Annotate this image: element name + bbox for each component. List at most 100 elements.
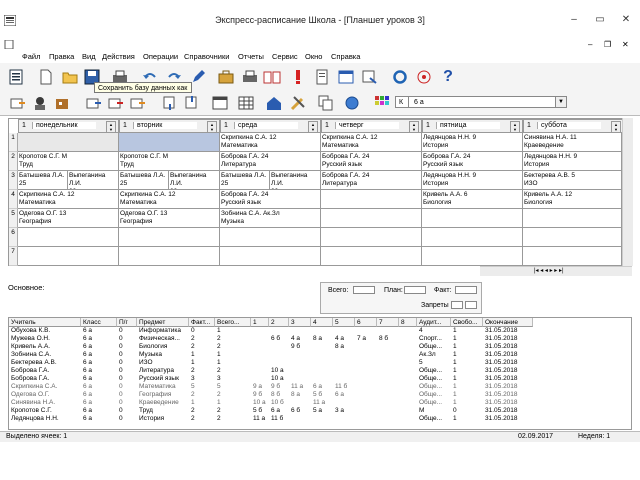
globe-icon[interactable]: [342, 93, 362, 113]
column-header[interactable]: 6: [355, 318, 377, 327]
menu-file[interactable]: Файл: [22, 50, 40, 63]
atom-icon[interactable]: [414, 67, 434, 87]
delete-lesson-icon[interactable]: [106, 93, 126, 113]
document-list-icon[interactable]: [312, 67, 332, 87]
close-button[interactable]: ✕: [612, 14, 640, 26]
mdi-close-button[interactable]: ✕: [622, 40, 629, 49]
column-header[interactable]: 2: [269, 318, 289, 327]
schedule-cell[interactable]: [321, 247, 422, 266]
schedule-cell[interactable]: Одегова О.Г. 13 География: [119, 209, 220, 228]
colorgrid-icon[interactable]: [372, 93, 392, 113]
open-folder-icon[interactable]: [60, 67, 80, 87]
class-selector[interactable]: К 6 а ▼: [395, 96, 567, 108]
schedule-cell-half[interactable]: Выпеганина Л.И.23: [169, 171, 220, 190]
schedule-cell[interactable]: Скрипкина С.А. 12 Математика: [18, 190, 119, 209]
menu-references[interactable]: Справочники: [184, 50, 229, 63]
day-header[interactable]: 1 суббота ▲ ▼: [523, 119, 624, 133]
schedule-cell[interactable]: Ледянцова Н.Н. 9 История: [523, 152, 624, 171]
column-header[interactable]: Окончание: [483, 318, 533, 327]
table-row[interactable]: Синявина Н.А. 6 а 0 Краеведение 1 1 10 а 10 б 11…: [9, 399, 533, 407]
table-row[interactable]: Бектерева А.В. 6 а 0 ИЗО 1 1 5 1 31.05.2018: [9, 359, 533, 367]
copy-up-icon[interactable]: [182, 93, 202, 113]
grid-icon[interactable]: [236, 93, 256, 113]
schedule-cell[interactable]: Зобнина С.А. Ак.Зл Музыка: [220, 209, 321, 228]
schedule-cell[interactable]: Боброва Г.А. 24 Русский язык: [422, 152, 523, 171]
day-header[interactable]: 1 среда ▲ ▼: [220, 119, 321, 133]
column-header[interactable]: 7: [377, 318, 399, 327]
add-lesson-icon[interactable]: [84, 93, 104, 113]
table-row[interactable]: Мужева О.Н. 6 а 0 Физическая... 2 2 6 б 4 а 8 а 4…: [9, 335, 533, 343]
window-icon[interactable]: [336, 67, 356, 87]
table-row[interactable]: Кривель А.А. 6 а 0 Биология 2 2 9 б 8 а Обще... 1…: [9, 343, 533, 351]
column-header[interactable]: Всего...: [215, 318, 251, 327]
menu-edit[interactable]: Правка: [49, 50, 74, 63]
calendar-icon[interactable]: [210, 93, 230, 113]
column-header[interactable]: П/г: [117, 318, 137, 327]
schedule-cell[interactable]: [220, 247, 321, 266]
schedule-cell[interactable]: [523, 247, 624, 266]
schedule-cell[interactable]: Боброва Г.А. 24 Литература: [321, 171, 422, 190]
copy-icon[interactable]: [316, 93, 336, 113]
schedule-cell[interactable]: [18, 133, 119, 152]
grid-horizontal-scrollbar[interactable]: |◂ ◂ ◂ ▸ ▸ ▸|: [480, 266, 632, 276]
column-header[interactable]: Факт...: [189, 318, 215, 327]
schedule-cell[interactable]: Скрипкина С.А. 12 Математика: [321, 133, 422, 152]
move-lesson-icon[interactable]: [128, 93, 148, 113]
day-spin-icon[interactable]: ▲ ▼: [106, 121, 116, 133]
schedule-cell[interactable]: Ледянцова Н.Н. 9 История: [422, 171, 523, 190]
schedule-cell-half[interactable]: Батышева Л.А. 25: [220, 171, 270, 190]
table-row[interactable]: Кропотов С.Г. 6 а 0 Труд 2 2 5 б 6 а 6 б 5 а 3 а М 0…: [9, 407, 533, 415]
book-icon[interactable]: [262, 67, 282, 87]
column-header[interactable]: Свобо...: [451, 318, 483, 327]
schedule-cell[interactable]: Кропотов С.Г. М Труд: [18, 152, 119, 171]
schedule-cell[interactable]: Синявина Н.А. 11 Краеведение: [523, 133, 624, 152]
schedule-cell[interactable]: [321, 228, 422, 247]
home-icon[interactable]: [264, 93, 284, 113]
schedule-cell[interactable]: [523, 209, 624, 228]
schedule-cell[interactable]: [321, 190, 422, 209]
day-spin-icon[interactable]: ▲ ▼: [510, 121, 520, 133]
list-icon[interactable]: [6, 67, 26, 87]
tools-icon[interactable]: [288, 93, 308, 113]
schedule-cell[interactable]: Бектерева А.В. 5 ИЗО: [523, 171, 624, 190]
day-header[interactable]: 1 понедельник ▲ ▼: [18, 119, 119, 133]
mdi-restore-button[interactable]: ❐: [604, 40, 611, 49]
schedule-cell[interactable]: Кривель А.А. 12 Биология: [523, 190, 624, 209]
table-row[interactable]: Боброва Г.А. 6 а 0 Русский язык 3 3 10 а Обще..…: [9, 375, 533, 383]
copy-down-icon[interactable]: [160, 93, 180, 113]
table-row[interactable]: Одегова О.Г. 6 а 0 География 2 2 9 б 8 б 8 а 5 б 6…: [9, 391, 533, 399]
schedule-cell-half[interactable]: Батышева Л.А. 25: [119, 171, 169, 190]
export-icon[interactable]: [360, 67, 380, 87]
chevron-down-icon[interactable]: ▼: [555, 97, 566, 107]
day-spin-icon[interactable]: ▲ ▼: [308, 121, 318, 133]
schedule-cell-half[interactable]: Батышева Л.А. 25: [18, 171, 68, 190]
building-icon[interactable]: [52, 93, 72, 113]
minimize-button[interactable]: –: [560, 14, 588, 26]
table-row[interactable]: Ледянцова Н.Н. 6 а 0 История 2 2 11 а 11 б Обще.…: [9, 415, 533, 423]
schedule-cell[interactable]: [321, 209, 422, 228]
table-row[interactable]: Скрипкина С.А. 6 а 0 Математика 5 5 9 а 9 б 11 а…: [9, 383, 533, 391]
day-header[interactable]: 1 четверг ▲ ▼: [321, 119, 422, 133]
schedule-cell[interactable]: [220, 228, 321, 247]
alert-icon[interactable]: [288, 67, 308, 87]
menu-service[interactable]: Сервис: [272, 50, 298, 63]
column-header[interactable]: 5: [333, 318, 355, 327]
column-header[interactable]: 8: [399, 318, 417, 327]
table-row[interactable]: Обухова К.В. 6 а 0 Информатика 0 1 4 1 31.05.201…: [9, 327, 533, 335]
day-spin-icon[interactable]: ▲ ▼: [611, 121, 621, 133]
printer-report-icon[interactable]: [240, 67, 260, 87]
grid-vertical-scrollbar[interactable]: [622, 118, 633, 266]
briefcase-icon[interactable]: [216, 67, 236, 87]
mdi-minimize-button[interactable]: –: [588, 40, 592, 49]
insert-icon[interactable]: [8, 93, 28, 113]
schedule-cell[interactable]: Скрипкина С.А. 12 Математика: [220, 133, 321, 152]
refresh-icon[interactable]: [390, 67, 410, 87]
table-row[interactable]: Зобнина С.А. 6 а 0 Музыка 1 1 Ак.Зл 1 31.05.2018: [9, 351, 533, 359]
menu-reports[interactable]: Отчеты: [238, 50, 264, 63]
schedule-cell[interactable]: [119, 228, 220, 247]
schedule-cell[interactable]: Боброва Г.А. 24 Русский язык: [220, 190, 321, 209]
schedule-cell[interactable]: Скрипкина С.А. 12 Математика: [119, 190, 220, 209]
teacher-icon[interactable]: [30, 93, 50, 113]
day-header[interactable]: 1 вторник ▲ ▼: [119, 119, 220, 133]
menu-window[interactable]: Окно: [305, 50, 322, 63]
